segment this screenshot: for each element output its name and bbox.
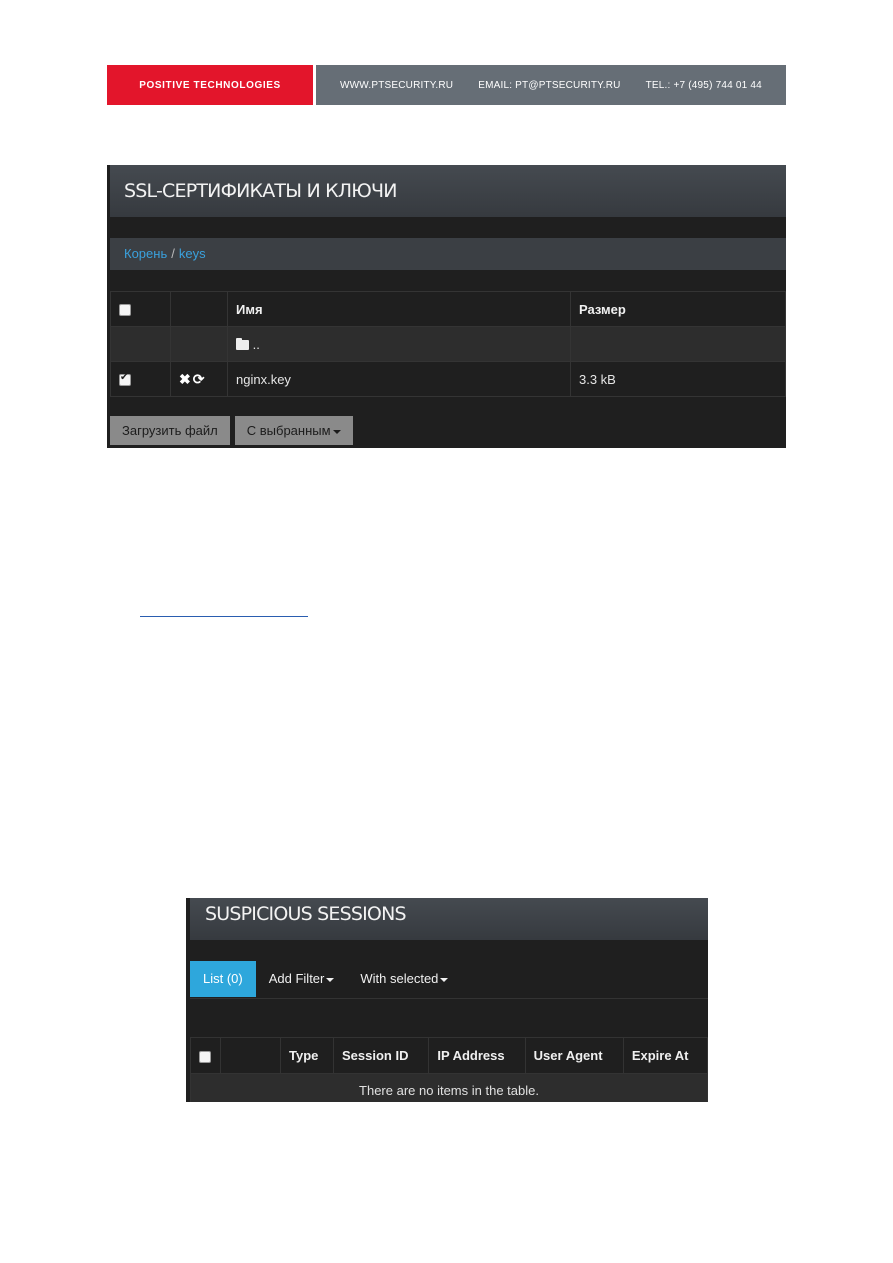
header-banner: POSITIVE TECHNOLOGIES WWW.PTSECURITY.RU … [107, 65, 786, 105]
user-agent-column-header[interactable]: User Agent [524, 1037, 624, 1074]
folder-icon [236, 338, 249, 351]
empty-cell [570, 326, 786, 362]
website-text: WWW.PTSECURITY.RU [340, 79, 454, 91]
expire-at-column-header[interactable]: Expire At [622, 1037, 708, 1074]
breadcrumb-current-link[interactable]: keys [179, 246, 206, 261]
phone-text: TEL.: +7 (495) 744 01 44 [645, 79, 762, 91]
actions-header [170, 291, 228, 327]
delete-icon[interactable]: ✖ [179, 371, 191, 387]
upload-file-button[interactable]: Загрузить файл [110, 416, 230, 445]
sessions-title: SUSPICIOUS SESSIONS [190, 898, 708, 940]
table-row: ✖⟳ nginx.key 3.3 kB [110, 361, 786, 397]
add-filter-label: Add Filter [268, 971, 325, 986]
select-all-cell [190, 1037, 221, 1074]
select-all-checkbox[interactable] [199, 1050, 211, 1063]
file-size-cell: 3.3 kB [570, 361, 786, 397]
with-selected-tab-label: With selected [360, 971, 439, 986]
tab-with-selected[interactable]: With selected [347, 961, 461, 997]
page-title: SSL-СЕРТИФИКАТЫ И КЛЮЧИ [110, 165, 786, 217]
ssl-certificates-panel: SSL-СЕРТИФИКАТЫ И КЛЮЧИ Корень / keys Имя … [107, 165, 786, 448]
size-column-header[interactable]: Размер [570, 291, 786, 327]
session-id-column-header[interactable]: Session ID [333, 1037, 430, 1074]
with-selected-label: С выбранным [246, 423, 331, 438]
breadcrumb-separator: / [171, 246, 175, 261]
table-header-row: Type Session ID IP Address User Agent Ex… [190, 1037, 708, 1074]
empty-cell [110, 326, 171, 362]
file-table: Имя Размер .. ✖⟳ nginx.key 3.3 kB [110, 291, 786, 397]
tab-add-filter[interactable]: Add Filter [256, 961, 348, 997]
sessions-tabs: List (0) Add Filter With selected [190, 961, 708, 999]
empty-row: There are no items in the table. [190, 1073, 708, 1102]
ip-address-column-header[interactable]: IP Address [428, 1037, 526, 1074]
parent-folder-cell[interactable]: .. [227, 326, 571, 362]
sessions-table: Type Session ID IP Address User Agent Ex… [190, 1037, 708, 1102]
chevron-down-icon [440, 977, 449, 982]
email-text: EMAIL: PT@PTSECURITY.RU [478, 79, 621, 91]
row-actions-cell: ✖ ⟳ [170, 361, 228, 397]
row-checkbox[interactable] [119, 372, 131, 387]
chevron-down-icon [326, 977, 335, 982]
document-link[interactable] [140, 604, 308, 617]
empty-table-message: There are no items in the table. [190, 1073, 708, 1102]
upload-file-label: Загрузить файл [122, 423, 218, 438]
select-all-checkbox[interactable] [119, 304, 131, 317]
file-name-cell[interactable]: nginx.key [227, 361, 571, 397]
select-all-cell [110, 291, 171, 327]
contact-info: WWW.PTSECURITY.RU EMAIL: PT@PTSECURITY.R… [316, 65, 786, 105]
rename-icon[interactable]: ⟳ [193, 371, 205, 387]
with-selected-button[interactable]: С выбранным [234, 416, 353, 445]
suspicious-sessions-panel: SUSPICIOUS SESSIONS List (0) Add Filter … [186, 898, 708, 1102]
tab-list[interactable]: List (0) [190, 961, 256, 997]
action-buttons: Загрузить файл С выбранным [110, 416, 353, 445]
actions-header [220, 1037, 281, 1074]
parent-folder-label[interactable]: .. [253, 337, 260, 352]
table-header-row: Имя Размер [110, 291, 786, 327]
empty-cell [170, 326, 228, 362]
name-column-header[interactable]: Имя [227, 291, 571, 327]
brand-logo: POSITIVE TECHNOLOGIES [107, 65, 313, 105]
breadcrumb-root-link[interactable]: Корень [124, 246, 167, 261]
row-select-cell [110, 361, 171, 397]
chevron-down-icon [332, 429, 341, 434]
type-column-header[interactable]: Type [279, 1037, 335, 1074]
parent-folder-row[interactable]: .. [110, 326, 786, 362]
breadcrumb: Корень / keys [110, 238, 786, 270]
